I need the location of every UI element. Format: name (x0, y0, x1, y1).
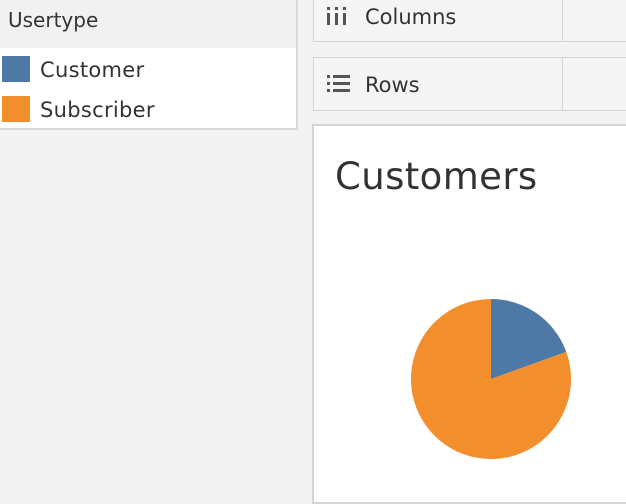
legend-swatch-customer (2, 56, 30, 82)
color-legend: Usertype Customer Subscriber (0, 0, 298, 130)
legend-item-customer[interactable]: Customer (0, 56, 296, 84)
columns-shelf-divider (562, 0, 563, 41)
pie-chart (411, 299, 571, 459)
legend-title: Usertype (8, 8, 99, 32)
pie-chart-area[interactable] (409, 297, 573, 461)
legend-swatch-subscriber (2, 96, 30, 122)
legend-header: Usertype (0, 0, 296, 48)
legend-label-customer: Customer (40, 58, 145, 82)
columns-shelf-label: Columns (365, 5, 457, 29)
rows-shelf-label: Rows (365, 73, 420, 97)
rows-icon (326, 73, 352, 99)
rows-shelf[interactable]: Rows (313, 57, 626, 111)
sheet-view[interactable]: Customers (312, 124, 626, 504)
rows-shelf-divider (562, 58, 563, 110)
columns-icon (326, 5, 350, 31)
sheet-title: Customers (335, 155, 538, 198)
legend-label-subscriber: Subscriber (40, 98, 155, 122)
legend-item-subscriber[interactable]: Subscriber (0, 96, 296, 124)
columns-shelf[interactable]: Columns (313, 0, 626, 42)
